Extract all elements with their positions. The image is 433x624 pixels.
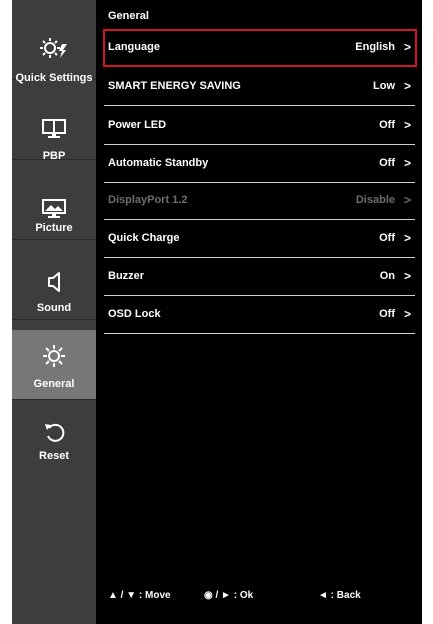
setting-value: Off [379, 232, 395, 244]
setting-row-language[interactable]: Language English > [103, 29, 417, 67]
sidebar-item-label: Sound [36, 302, 72, 314]
sidebar-item-label: General [33, 378, 75, 390]
sidebar-item-label: Reset [39, 450, 69, 462]
setting-value: Off [379, 119, 395, 131]
setting-name: Quick Charge [108, 232, 180, 244]
page-title: General [108, 10, 149, 22]
sidebar-item-pbp[interactable]: PBP [12, 80, 96, 162]
setting-name: OSD Lock [108, 308, 161, 320]
divider [104, 105, 415, 106]
setting-value: On [379, 270, 395, 282]
sidebar-item-reset[interactable]: Reset [12, 400, 96, 480]
chevron-right-icon: > [403, 118, 411, 132]
chevron-right-icon: > [403, 156, 411, 170]
setting-row-automatic-standby[interactable]: Automatic Standby Off > [104, 145, 415, 183]
setting-value: Off [379, 308, 395, 320]
setting-row-smart-energy-saving[interactable]: SMART ENERGY SAVING Low > [104, 68, 415, 106]
sidebar: Quick Settings PBP Picture Sound General… [12, 0, 96, 624]
chevron-right-icon: > [403, 307, 411, 321]
setting-row-displayport: DisplayPort 1.2 Disable > [104, 182, 415, 220]
setting-row-osd-lock[interactable]: OSD Lock Off > [104, 296, 415, 334]
setting-name: Automatic Standby [108, 157, 209, 169]
hint-ok: ◉ / ► : Ok [204, 590, 254, 601]
setting-name: Buzzer [108, 270, 145, 282]
picture-icon [40, 196, 68, 220]
setting-name: SMART ENERGY SAVING [108, 80, 241, 92]
chevron-right-icon: > [403, 231, 411, 245]
hint-move: ▲ / ▼ : Move [108, 590, 171, 601]
sidebar-item-quick-settings[interactable]: Quick Settings [12, 0, 96, 84]
reset-icon [40, 420, 68, 444]
pbp-icon [40, 116, 68, 140]
sidebar-item-sound[interactable]: Sound [12, 240, 96, 320]
setting-name: Language [108, 41, 160, 53]
setting-row-buzzer[interactable]: Buzzer On > [104, 258, 415, 296]
setting-name: DisplayPort 1.2 [108, 194, 188, 206]
chevron-right-icon: > [403, 269, 411, 283]
chevron-right-icon: > [403, 40, 411, 54]
speaker-icon [40, 270, 68, 294]
sidebar-item-picture[interactable]: Picture [12, 160, 96, 240]
sidebar-item-label: Picture [35, 222, 73, 234]
gear-icon [40, 344, 68, 368]
setting-value: Disable [355, 194, 395, 206]
setting-row-quick-charge[interactable]: Quick Charge Off > [104, 220, 415, 258]
hint-back: ◄ : Back [318, 590, 361, 601]
setting-row-power-led[interactable]: Power LED Off > [104, 107, 415, 145]
settings-panel: General Language English > SMART ENERGY … [96, 0, 422, 624]
chevron-right-icon: > [403, 193, 411, 207]
sidebar-item-general[interactable]: General [12, 330, 96, 400]
chevron-right-icon: > [403, 79, 411, 93]
setting-name: Power LED [108, 119, 167, 131]
quick-settings-icon [40, 36, 68, 60]
setting-value: Off [379, 157, 395, 169]
setting-value: English [355, 41, 395, 53]
setting-value: Low [373, 80, 395, 92]
divider [104, 333, 415, 334]
